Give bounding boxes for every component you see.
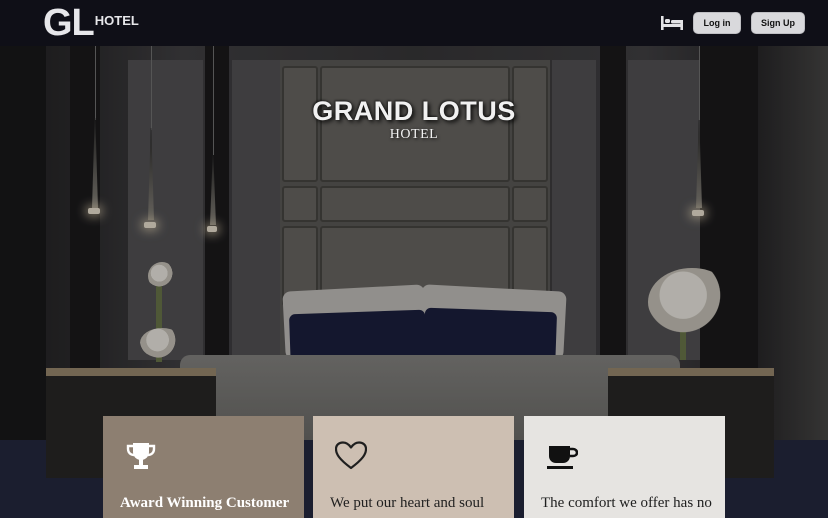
trophy-icon	[126, 443, 156, 469]
coffee-cup-icon	[547, 446, 578, 469]
hero-title: GRAND LOTUS	[312, 96, 516, 126]
login-button[interactable]: Log in	[693, 12, 741, 34]
feature-card-comfort: The comfort we offer has no	[524, 416, 725, 518]
signup-button[interactable]: Sign Up	[751, 12, 805, 34]
bed-icon[interactable]	[661, 15, 683, 31]
navbar: GL HOTEL Log in Sign Up	[0, 0, 828, 46]
logo-word: HOTEL	[94, 13, 139, 28]
feature-text-award: Award Winning Customer	[120, 495, 290, 511]
logo-mark: GL	[43, 2, 95, 44]
feature-card-award: Award Winning Customer	[103, 416, 304, 518]
logo[interactable]: GL HOTEL	[43, 4, 139, 42]
feature-text-comfort: The comfort we offer has no	[541, 495, 712, 511]
hero-subtitle: HOTEL	[389, 127, 439, 142]
heart-icon	[335, 441, 367, 470]
feature-text-heart: We put our heart and soul	[330, 495, 485, 511]
feature-card-heart: We put our heart and soul	[313, 416, 514, 518]
